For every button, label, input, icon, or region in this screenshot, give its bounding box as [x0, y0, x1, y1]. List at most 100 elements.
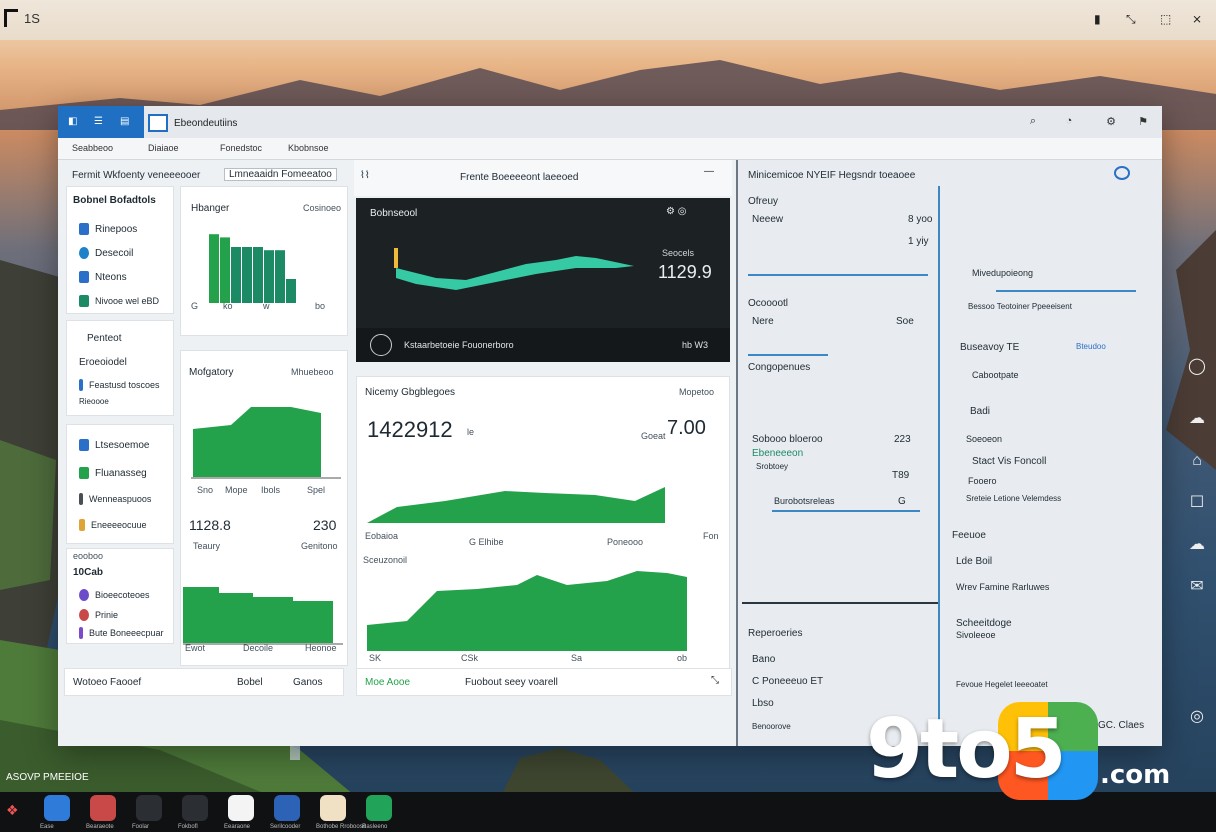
- home-icon[interactable]: ⌂: [1184, 452, 1210, 478]
- title-tab-active[interactable]: ◧ ☰ ▤: [58, 106, 144, 138]
- account-icon[interactable]: ⚑: [1136, 115, 1150, 129]
- search-icon[interactable]: ⌕: [1026, 115, 1040, 129]
- cloud-icon[interactable]: ☁: [1184, 534, 1210, 560]
- nav-item-9[interactable]: Wenneaspuoos: [79, 493, 151, 505]
- nav-item-4[interactable]: Eroeoiodel: [79, 357, 127, 368]
- nav-item-0[interactable]: Rinepoos: [79, 223, 137, 235]
- slider-3[interactable]: [772, 510, 920, 512]
- slider-2[interactable]: [748, 354, 828, 356]
- taskbar-app-7[interactable]: [366, 795, 392, 821]
- nav-item-13[interactable]: Bute Boneeecpuar: [79, 627, 164, 639]
- tab-icon[interactable]: ◧: [68, 116, 77, 127]
- taskbar-app-2[interactable]: [136, 795, 162, 821]
- dark-card-icons[interactable]: ⚙ ◎: [666, 206, 686, 217]
- star-icon: [79, 609, 89, 621]
- chart-icon: [79, 467, 89, 479]
- taskbar-app-5[interactable]: [274, 795, 300, 821]
- rp2-bottom-1: Lde Boil: [956, 556, 993, 567]
- rp2-bottom-3: Scheeitdoge: [956, 618, 1012, 629]
- toolbar-item-2[interactable]: Fonedstoc: [220, 143, 262, 153]
- taskbar-app-1[interactable]: [90, 795, 116, 821]
- taskbar-app-6[interactable]: [320, 795, 346, 821]
- footer-item-2[interactable]: Ganos: [293, 677, 322, 688]
- menu-icon[interactable]: —: [704, 166, 714, 177]
- taskbar-app-0[interactable]: [44, 795, 70, 821]
- user-icon: [79, 589, 89, 601]
- chart3-x-0: SK: [369, 653, 382, 663]
- logo-icon: [4, 9, 18, 27]
- pin-icon[interactable]: ▮: [1094, 12, 1106, 26]
- bell-icon[interactable]: ◔: [1062, 115, 1076, 129]
- footer-bar: Wotoeo Faooef Bobel Ganos: [64, 668, 344, 696]
- expand-icon[interactable]: ⤡: [711, 675, 719, 686]
- rp1-val-0: 8 yoo: [908, 214, 933, 225]
- rp1-bottom-4: Benoorove: [752, 722, 791, 731]
- slider-4[interactable]: [996, 290, 1136, 292]
- nav-item-11[interactable]: Bioeecoteoes: [79, 589, 150, 601]
- dark-area-chart: [394, 248, 634, 290]
- app-window: ◧ ☰ ▤ Ebeondeutiins ⌕ ◔ ⚙ ⚑ Seabbeoo Dia…: [58, 106, 1162, 746]
- card2-title: Mofgatory: [189, 367, 234, 378]
- footer-item-1[interactable]: Bobel: [237, 677, 263, 688]
- toolbar-item-1[interactable]: Diaiaoe: [148, 143, 179, 153]
- nav-item-5[interactable]: Feastusd toscoes: [79, 379, 160, 391]
- nav-item-10[interactable]: Eneeeeocuue: [79, 519, 147, 531]
- image-icon: [79, 295, 89, 307]
- expand-icon[interactable]: ⬚: [1160, 12, 1172, 26]
- bottom-button[interactable]: Moe Aooe: [365, 677, 410, 688]
- taskbar-app-3[interactable]: [182, 795, 208, 821]
- area-chart-lower: [367, 571, 687, 651]
- bar-4: [242, 247, 252, 303]
- stat-2-label: Genitono: [301, 541, 338, 551]
- toggle-icon[interactable]: [1114, 166, 1130, 180]
- circle-icon[interactable]: ◯: [1184, 356, 1210, 382]
- menu-icon[interactable]: ▤: [120, 116, 129, 127]
- toolbar-item-3[interactable]: Kbobnsoe: [288, 143, 329, 153]
- watermark-suffix: .com: [1100, 760, 1171, 790]
- taskbar-app-4[interactable]: [228, 795, 254, 821]
- wave-icon[interactable]: ⌇⌇: [360, 170, 370, 181]
- rp1-bottom-3: Lbso: [752, 698, 774, 709]
- chat-icon[interactable]: ✉: [1184, 576, 1210, 602]
- rp1-val-3: 223: [894, 434, 911, 445]
- nav-item-8[interactable]: Fluanasseg: [79, 467, 147, 479]
- close-icon[interactable]: ⨯: [1192, 12, 1204, 26]
- nav-item-12[interactable]: Prinie: [79, 609, 118, 621]
- card2-x-1: Mope: [225, 485, 248, 495]
- phone-icon[interactable]: ☐: [1184, 492, 1210, 518]
- desktop-label: ASOVP PMEEIOE: [6, 772, 89, 783]
- bar-1: [209, 234, 219, 303]
- nav-item-3[interactable]: Nivooe wel eBD: [79, 295, 159, 307]
- rp1-item-4: Congopenues: [748, 362, 811, 373]
- list-icon[interactable]: ☰: [94, 116, 103, 127]
- card1-x-2: w: [263, 301, 270, 311]
- bar-icon: [79, 379, 83, 391]
- nav-group-4-title: eooboo: [73, 551, 104, 561]
- doc-icon: [79, 223, 89, 235]
- footer-item-0[interactable]: Wotoeo Faooef: [73, 677, 141, 688]
- rp1-bottom-2: C Poneeeuo ET: [752, 676, 824, 687]
- nav-item-6[interactable]: Rieoooe: [79, 397, 109, 406]
- chart2-title: Nicemy Gbgblegoes: [365, 387, 456, 398]
- area-chart-2: [191, 407, 341, 479]
- card1-x-0: G: [191, 301, 199, 311]
- column-separator: [938, 186, 940, 742]
- nav-item-7[interactable]: Ltsesoemoe: [79, 439, 149, 451]
- card3-x-2: Heonoe: [305, 643, 337, 653]
- rp1-val-2: Soe: [896, 316, 914, 327]
- slider-1[interactable]: [748, 274, 928, 276]
- card1-right: Cosinoeo: [303, 203, 342, 213]
- toolbar-item-0[interactable]: Seabbeoo: [72, 143, 113, 153]
- start-icon[interactable]: ❖: [6, 802, 19, 819]
- nav-item-2[interactable]: Nteons: [79, 271, 127, 283]
- gauge-icon[interactable]: [370, 334, 392, 356]
- cloud-icon[interactable]: ☁: [1184, 408, 1210, 434]
- chart2-footer-1: G Elhibe: [469, 537, 504, 547]
- bottom-link[interactable]: Fuobout seey voarell: [465, 677, 558, 688]
- breadcrumb: Fermit Wkfoenty veneeeooer: [72, 170, 201, 181]
- rp1-bottom-0: Reperoeries: [748, 628, 803, 639]
- search-input[interactable]: Lmneaaidn Fomeeatoo: [224, 168, 337, 181]
- nav-item-1[interactable]: Desecoil: [79, 247, 133, 259]
- settings-icon[interactable]: ⚙: [1104, 115, 1118, 129]
- resize-icon[interactable]: ⤡: [1126, 12, 1138, 26]
